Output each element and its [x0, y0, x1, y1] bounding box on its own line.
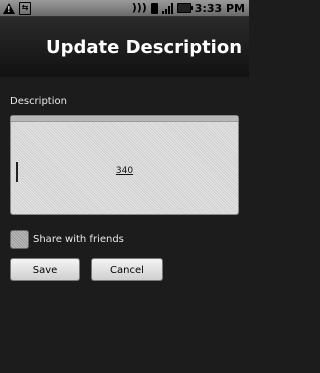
status-bar: ⇆ ))) 3:33 PM [0, 0, 249, 17]
share-checkbox[interactable] [10, 229, 29, 249]
wifi-icon: ))) [131, 1, 147, 14]
battery-icon [176, 3, 193, 13]
description-textarea[interactable]: 340 [10, 115, 239, 215]
status-clock: 3:33 PM [194, 1, 245, 15]
share-row[interactable]: Share with friends [10, 228, 124, 250]
warning-icon [3, 2, 15, 16]
title-bar: Update Description [0, 17, 249, 77]
signal-icon [161, 2, 173, 14]
usb-icon: ⇆ [19, 1, 31, 15]
sim-icon [150, 2, 158, 14]
save-button[interactable]: Save [10, 258, 80, 281]
cancel-button[interactable]: Cancel [91, 258, 163, 281]
share-label: Share with friends [33, 233, 124, 245]
char-counter: 340 [115, 166, 134, 176]
page-title: Update Description [46, 37, 243, 58]
description-label: Description [10, 96, 67, 107]
